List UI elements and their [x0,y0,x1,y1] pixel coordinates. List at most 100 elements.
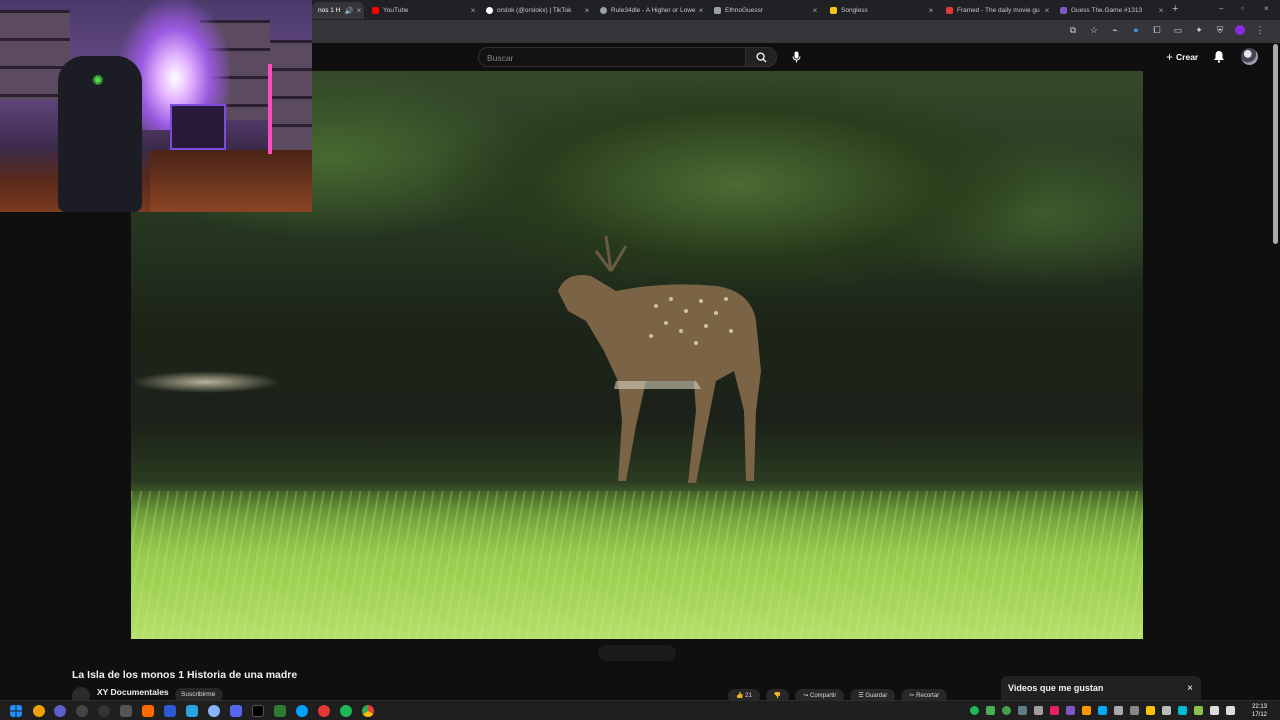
thumbs-up-icon: 👍 [736,693,746,699]
discord-icon[interactable] [230,705,242,717]
tab-label: EthnoGuessr [725,7,763,14]
app-icon-8[interactable] [274,705,286,717]
tab-rule34dle[interactable]: Rule34dle - A Higher or Lowe × [594,2,706,19]
close-tab-icon[interactable]: × [926,6,936,15]
minimize-button[interactable]: – [1219,4,1223,13]
share-icon: ↪ [803,693,811,699]
tray-icon-12[interactable] [1162,706,1171,715]
app-icon-4[interactable] [120,705,132,717]
tab-label: nos 1 H [318,7,341,14]
app-icon-9[interactable] [296,705,308,717]
sunlit-leaves [131,371,281,393]
close-tab-icon[interactable]: × [696,6,706,15]
voice-search-button[interactable] [788,48,804,66]
chrome-icon[interactable] [362,705,374,717]
close-panel-icon[interactable]: × [1187,683,1193,694]
close-tab-icon[interactable]: × [1156,6,1166,15]
volume-icon[interactable] [1226,706,1235,715]
songless-icon [830,7,837,14]
tray-icon-14[interactable] [1194,706,1203,715]
tiktok-app-icon[interactable] [252,705,264,717]
page-scrollbar[interactable] [1273,44,1278,244]
app-icon-1[interactable] [54,705,66,717]
create-button[interactable]: + Crear [1166,50,1198,64]
maximize-button[interactable]: ▫ [1241,4,1244,13]
tray-icon-13[interactable] [1178,706,1187,715]
channel-name[interactable]: XY Documentales [97,687,169,697]
new-tab-button[interactable]: + [1172,3,1178,15]
tab-songless[interactable]: Songless × [824,2,936,19]
system-clock[interactable]: 22:13 17/12 [1252,703,1267,719]
like-count: 21 [745,693,752,699]
close-tab-icon[interactable]: × [582,6,592,15]
create-label: Crear [1176,52,1199,62]
tray-icon-8[interactable] [1098,706,1107,715]
pin-icon[interactable]: ✦ [1193,24,1205,36]
app-icon-6[interactable] [164,705,176,717]
app-icon-10[interactable] [318,705,330,717]
liked-videos-panel: Videos que me gustan × [1001,676,1201,700]
wifi-icon[interactable] [1210,706,1219,715]
tab-ethnoguessr[interactable]: EthnoGuessr × [708,2,820,19]
tray-icon-7[interactable] [1082,706,1091,715]
tab-label: Guess The.Game #1313 [1071,7,1143,14]
microphone-icon [792,51,800,63]
tab-youtube[interactable]: YouTube × [366,2,478,19]
install-icon[interactable]: ⧉ [1067,24,1079,36]
player-controls-pill[interactable] [598,645,676,661]
tray-icon-3[interactable] [1018,706,1027,715]
search-icon[interactable] [33,705,45,717]
tray-icon-6[interactable] [1066,706,1075,715]
app-icon-7[interactable] [208,705,220,717]
tab-tiktok[interactable]: orslok (@orslokx) | TikTok × [480,2,592,19]
extensions-puzzle-icon[interactable]: ⧠ [1151,24,1163,36]
tray-spotify-icon[interactable] [970,706,979,715]
tray-icon-9[interactable] [1114,706,1123,715]
app-icon-5[interactable] [142,705,154,717]
tab-label: orslok (@orslokx) | TikTok [497,7,572,14]
tiktok-icon [486,7,493,14]
user-avatar[interactable] [1241,48,1258,65]
gaming-chair: ✺ [58,56,142,212]
notifications-button[interactable] [1213,50,1225,68]
speaker-icon[interactable]: 🔊 [344,7,354,15]
youtube-icon [372,7,379,14]
tray-icon-4[interactable] [1034,706,1043,715]
search-button[interactable] [745,47,777,67]
page-icon [714,7,721,14]
extension-icon-2[interactable]: ● [1130,24,1142,36]
floor [150,150,312,212]
tab-active-video[interactable]: nos 1 H 🔊 × [312,2,364,19]
search-input[interactable]: Buscar [478,47,746,67]
tray-icon-11[interactable] [1146,706,1155,715]
deer-illustration [558,235,761,483]
menu-dots-icon[interactable]: ⋮ [1254,24,1266,36]
extension-icon-1[interactable]: ⌁ [1109,24,1121,36]
tray-icon-10[interactable] [1130,706,1139,715]
close-tab-icon[interactable]: × [468,6,478,15]
close-tab-icon[interactable]: × [354,6,364,15]
tab-label: Rule34dle - A Higher or Lowe [611,7,696,14]
save-label: Guardar [865,693,888,699]
app-icon-3[interactable] [98,705,110,717]
profile-icon[interactable] [1235,25,1245,35]
tray-icon-2[interactable] [1002,706,1011,715]
bookmark-star-icon[interactable]: ☆ [1088,24,1100,36]
close-tab-icon[interactable]: × [810,6,820,15]
tab-framed[interactable]: Framed - The daily movie gu × [940,2,1052,19]
tab-label: Framed - The daily movie gu [957,7,1040,14]
led-strip [268,64,272,154]
clock-time: 22:13 [1252,704,1268,710]
split-icon[interactable]: ▭ [1172,24,1184,36]
telegram-icon[interactable] [186,705,198,717]
app-icon-2[interactable] [76,705,88,717]
tray-icon-1[interactable] [986,706,995,715]
spotify-icon[interactable] [340,705,352,717]
close-window-button[interactable]: × [1264,4,1269,13]
extension-icon-3[interactable]: ⛨ [1214,24,1226,36]
tab-guess-the-game[interactable]: Guess The.Game #1313 × [1054,2,1166,19]
windows-start-icon[interactable] [10,705,22,717]
bookshelf [270,40,312,150]
close-tab-icon[interactable]: × [1042,6,1052,15]
tray-icon-5[interactable] [1050,706,1059,715]
